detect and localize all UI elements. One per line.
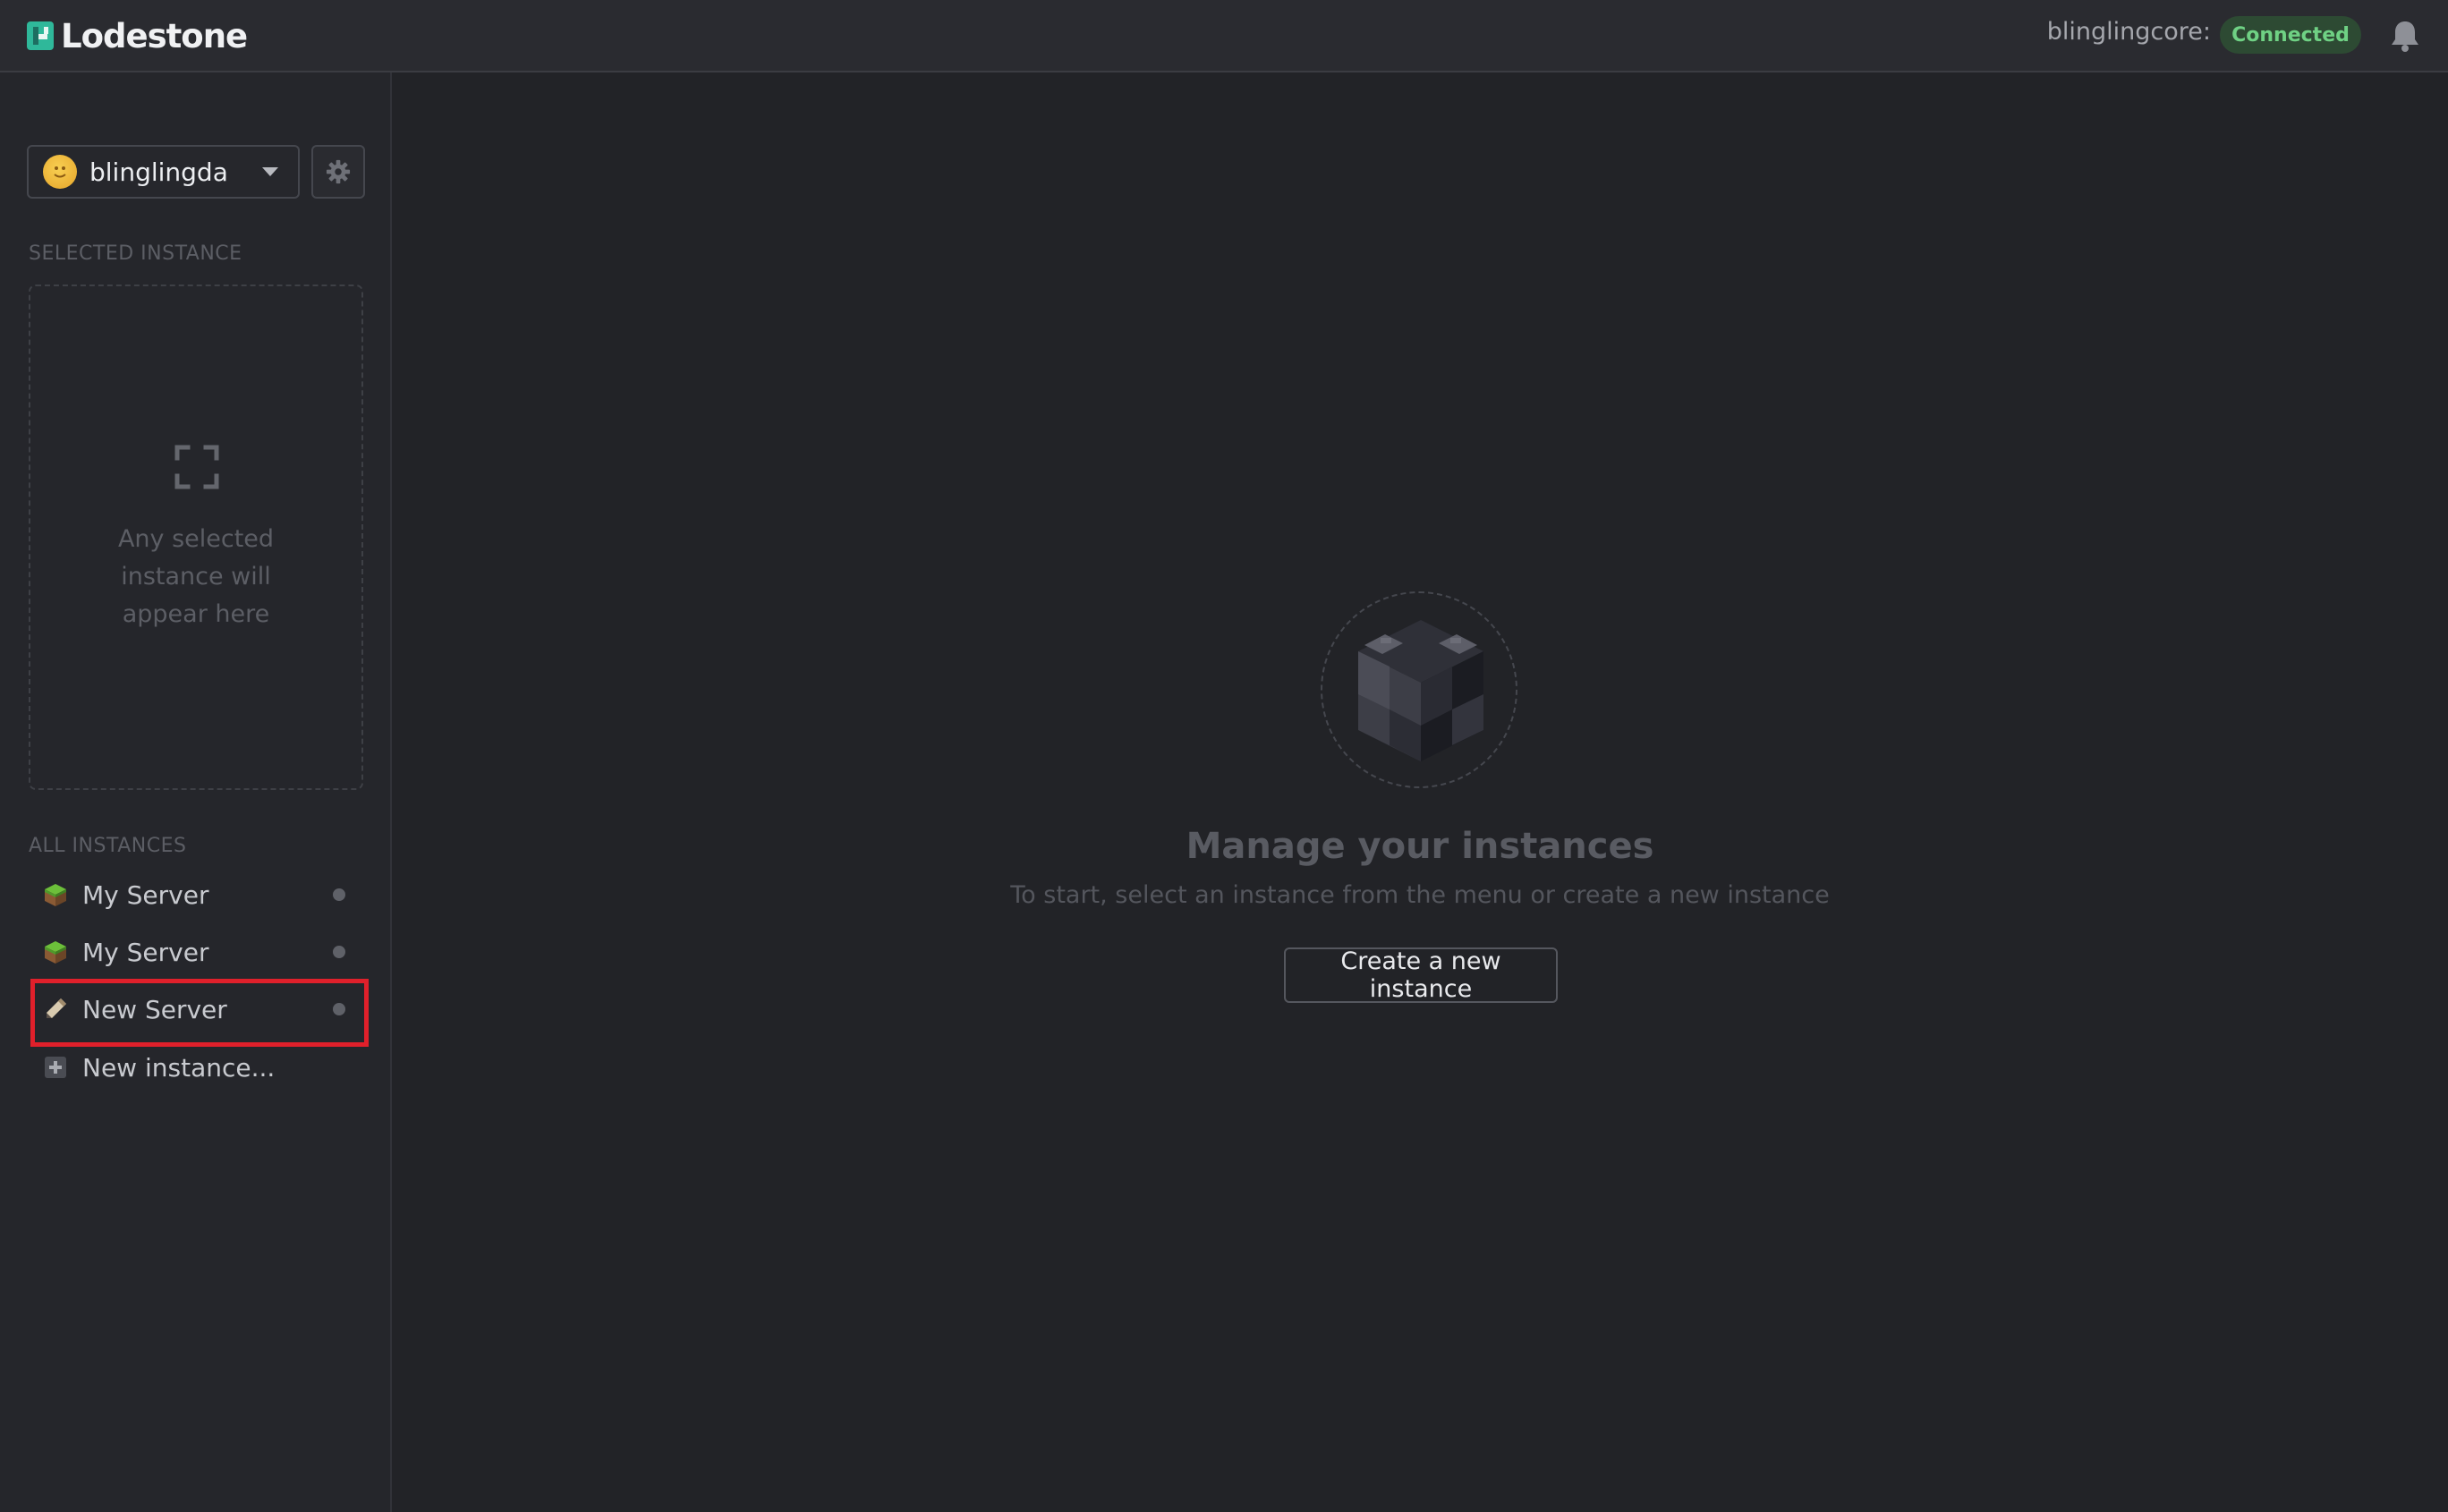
new-instance-label: New instance... — [82, 1052, 276, 1083]
top-bar: Lodestone blinglingcore: Connected — [0, 0, 2448, 72]
user-name: blinglingda — [89, 157, 228, 187]
hint-line-3: appear here — [122, 600, 270, 628]
core-name: blinglingcore: — [2046, 18, 2211, 46]
instance-label: My Server — [82, 937, 209, 967]
cube-icon — [1358, 620, 1483, 761]
selected-instance-placeholder: Any selected instance will appear here — [29, 285, 363, 790]
hint-line-2: instance will — [121, 563, 271, 590]
user-select-dropdown[interactable]: blinglingda — [27, 145, 300, 199]
settings-button[interactable] — [311, 145, 365, 199]
instance-label: My Server — [82, 879, 209, 910]
grass-block-icon — [45, 941, 66, 964]
plus-square-icon — [45, 1057, 66, 1078]
main-content: Manage your instances To start, select a… — [392, 72, 2448, 1512]
instance-status-dot — [333, 946, 345, 958]
grass-block-icon — [45, 884, 66, 906]
empty-state-title: Manage your instances — [1186, 826, 1654, 867]
instance-item-my-server-1[interactable]: My Server — [32, 869, 365, 921]
all-instances-label: ALL INSTANCES — [29, 835, 187, 857]
lodestone-logo-icon — [27, 21, 54, 50]
empty-state-subtitle: To start, select an instance from the me… — [1010, 881, 1830, 909]
new-instance-button[interactable]: New instance... — [32, 1041, 365, 1093]
chevron-down-icon — [262, 167, 278, 176]
app-logo[interactable]: Lodestone — [27, 16, 248, 55]
create-new-instance-button[interactable]: Create a new instance — [1284, 947, 1558, 1003]
app-name: Lodestone — [61, 16, 248, 55]
expand-frame-icon — [174, 445, 219, 489]
selection-highlight-box — [30, 979, 369, 1047]
instance-status-dot — [333, 888, 345, 901]
instance-item-my-server-2[interactable]: My Server — [32, 926, 365, 978]
connection-status-badge: Connected — [2220, 16, 2361, 54]
avatar — [43, 155, 77, 189]
selected-instance-hint: Any selected instance will appear here — [30, 521, 361, 633]
selected-instance-label: SELECTED INSTANCE — [29, 242, 242, 265]
sidebar: blinglingda SELECTED INSTANCE Any select… — [0, 72, 392, 1512]
hint-line-1: Any selected — [117, 525, 275, 553]
avatar-face-icon — [54, 166, 66, 178]
bell-icon[interactable] — [2390, 20, 2420, 52]
gear-icon — [326, 159, 351, 184]
